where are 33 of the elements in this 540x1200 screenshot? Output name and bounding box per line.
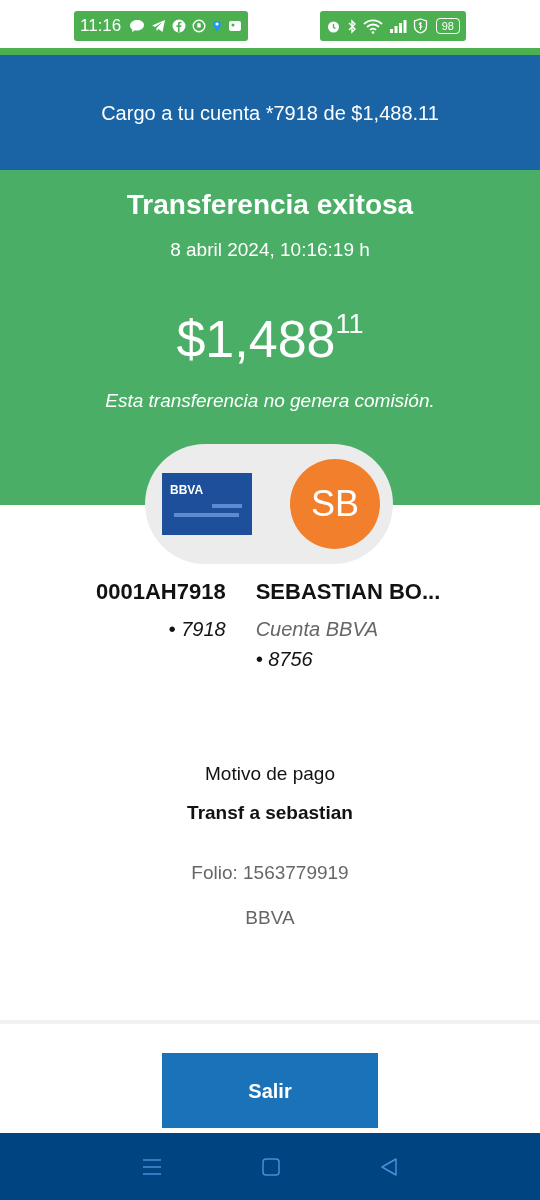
success-title: Transferencia exitosa: [126, 188, 414, 222]
reason-label: Motivo de pago: [205, 762, 335, 786]
transfer-datetime: 8 abril 2024, 10:16:19 h: [170, 238, 370, 262]
card-brand: BBVA: [170, 482, 204, 499]
exit-button[interactable]: Salir: [162, 1053, 378, 1128]
menu-icon[interactable]: [142, 1157, 162, 1176]
recipient-account-type: Cuenta BBVA: [255, 617, 379, 642]
chat-icon: [129, 19, 146, 33]
shield-icon: [412, 18, 428, 34]
amount-value: $1,488: [176, 308, 336, 369]
battery-indicator: 98: [435, 18, 460, 34]
wifi-icon: [362, 18, 383, 34]
facebook-icon: [172, 19, 187, 33]
paper-plane-icon: [151, 19, 167, 33]
avatar-initials: SB: [311, 482, 359, 526]
recipient-last-digits: • 8756: [255, 647, 314, 672]
header-title: Cargo a tu cuenta *7918 de $1,488.11: [101, 100, 439, 126]
location-pin-icon: [212, 19, 223, 33]
bluetooth-icon: [346, 18, 357, 34]
status-time: 11:16: [80, 15, 122, 38]
home-icon[interactable]: [262, 1157, 280, 1176]
folio-number: Folio: 1563779919: [191, 861, 349, 885]
recipient-name: SEBASTIAN BO...: [255, 578, 441, 606]
origin-last-digits: • 7918: [168, 617, 226, 642]
amount-cents: 11: [335, 308, 364, 339]
back-icon[interactable]: [380, 1157, 398, 1176]
bank-name: BBVA: [245, 905, 295, 930]
whatsapp-business-icon: [192, 19, 207, 33]
signal-icon: [388, 18, 407, 34]
origin-account: 0001AH7918: [96, 578, 226, 606]
commission-note: Esta transferencia no genera comisión.: [105, 388, 435, 413]
image-icon: [228, 20, 243, 32]
reason-value: Transf a sebastian: [187, 800, 353, 825]
